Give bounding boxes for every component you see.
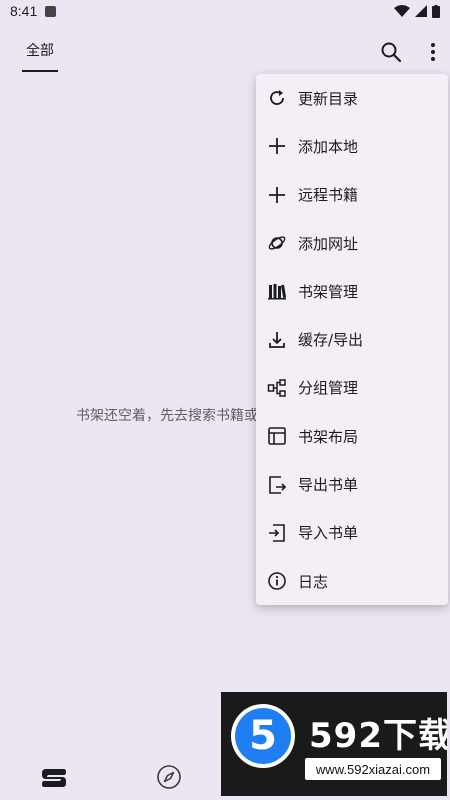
menu-item-label: 导入书单 (298, 524, 359, 543)
menu-item-add-local[interactable]: 添加本地 (256, 122, 448, 170)
menu-item-label: 日志 (298, 572, 329, 591)
status-time: 8:41 (10, 3, 38, 19)
menu-item-label: 添加网址 (298, 234, 359, 253)
menu-item-label: 更新目录 (298, 89, 359, 108)
menu-item-label: 书架布局 (298, 427, 359, 446)
menu-item-bookshelf-manage[interactable]: 书架管理 (256, 267, 448, 315)
menu-item-add-url[interactable]: 添加网址 (256, 219, 448, 267)
status-bar: 8:41 (0, 0, 450, 22)
menu-item-label: 分组管理 (298, 379, 359, 398)
more-vert-icon (431, 43, 435, 61)
menu-item-label: 缓存/导出 (298, 331, 364, 350)
group-icon (267, 379, 286, 397)
wifi-icon (394, 5, 410, 17)
books-icon (268, 284, 287, 300)
plus-icon (269, 138, 285, 155)
menu-item-label: 添加本地 (298, 137, 359, 156)
info-icon (268, 572, 286, 590)
empty-bookshelf-text: 书架还空着，先去搜索书籍或 (76, 408, 258, 424)
status-icons (394, 4, 440, 18)
compass-icon[interactable] (156, 764, 182, 790)
export-icon (269, 475, 287, 494)
search-button[interactable] (378, 39, 404, 65)
menu-item-export-booklist[interactable]: 导出书单 (256, 460, 448, 508)
watermark-url: www.592xiazai.com (305, 758, 441, 780)
menu-item-update-toc[interactable]: 更新目录 (256, 74, 448, 122)
menu-item-label: 导出书单 (298, 476, 359, 495)
notification-icon (45, 5, 57, 17)
menu-item-import-booklist[interactable]: 导入书单 (256, 509, 448, 557)
watermark-logo-text: 5 (235, 708, 291, 764)
signal-icon (415, 5, 427, 17)
layout-icon (268, 427, 286, 446)
tab-all[interactable]: 全部 (22, 40, 58, 72)
watermark-logo: 5 (231, 704, 295, 768)
more-options-button[interactable] (420, 39, 446, 65)
menu-item-bookshelf-layout[interactable]: 书架布局 (256, 412, 448, 460)
bookshelf-nav-icon[interactable] (40, 766, 68, 790)
import-icon (269, 524, 285, 542)
planet-icon (268, 236, 286, 250)
menu-item-log[interactable]: 日志 (256, 557, 448, 605)
top-app-bar: 全部 (0, 30, 450, 78)
search-icon (381, 42, 402, 63)
plus-icon (269, 186, 285, 203)
overflow-menu: 更新目录 添加本地 远程书籍 添加网址 书架管理 缓存/导出 分组管理 书架布局… (256, 74, 448, 605)
watermark-title: 592下载 (309, 716, 447, 756)
menu-item-label: 书架管理 (298, 282, 359, 301)
battery-icon (432, 4, 440, 18)
menu-item-remote-books[interactable]: 远程书籍 (256, 171, 448, 219)
menu-item-cache-export[interactable]: 缓存/导出 (256, 315, 448, 363)
download-icon (269, 331, 285, 348)
menu-item-label: 远程书籍 (298, 186, 359, 205)
menu-item-group-manage[interactable]: 分组管理 (256, 364, 448, 412)
watermark-overlay: 5 592下载 www.592xiazai.com (221, 692, 447, 796)
refresh-icon (270, 90, 284, 106)
